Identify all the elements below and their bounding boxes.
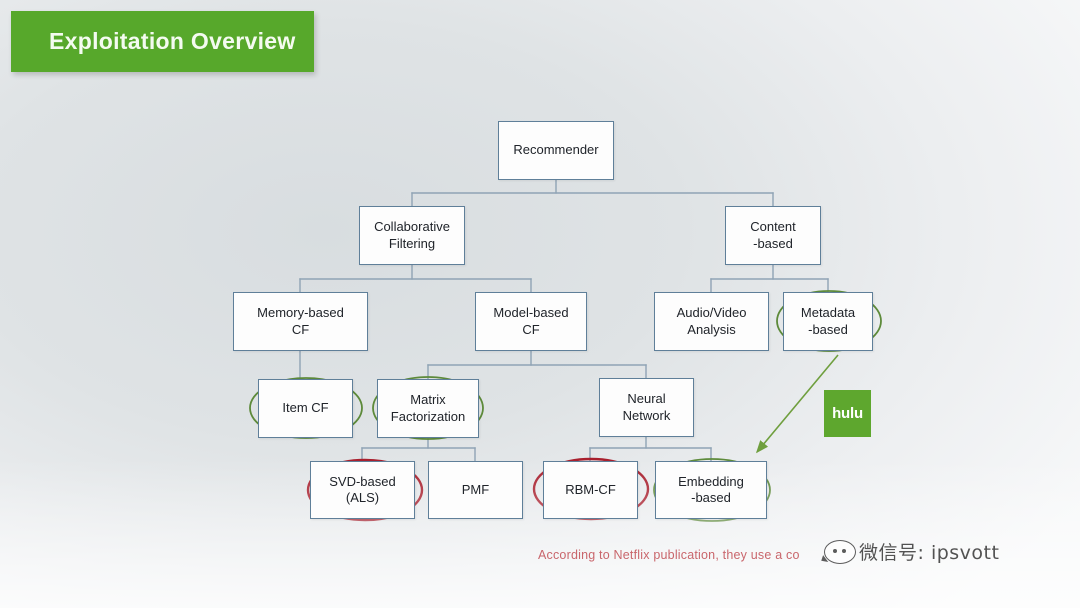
hulu-logo: hulu — [824, 390, 871, 437]
node-content-based[interactable]: Content -based — [725, 206, 821, 265]
node-label: Metadata -based — [800, 305, 856, 337]
node-item-cf[interactable]: Item CF — [258, 379, 353, 438]
wechat-watermark: 微信号: ipsvott — [821, 538, 1000, 565]
node-label: Neural Network — [622, 391, 671, 423]
node-neural-network[interactable]: Neural Network — [599, 378, 694, 437]
node-collaborative-filtering[interactable]: Collaborative Filtering — [359, 206, 465, 265]
node-matrix-factorization[interactable]: Matrix Factorization — [377, 379, 479, 438]
node-label: Item CF — [282, 400, 329, 416]
watermark-label: 微信号: ipsvott — [859, 542, 1000, 564]
node-model-based-cf[interactable]: Model-based CF — [475, 292, 587, 351]
node-svd-based-als[interactable]: SVD-based (ALS) — [310, 461, 415, 519]
node-pmf[interactable]: PMF — [428, 461, 523, 519]
node-label: Embedding -based — [678, 473, 744, 505]
node-label: PMF — [461, 481, 490, 497]
slide-canvas: Exploitation Overview Recommender Collab… — [0, 0, 1080, 608]
node-audio-video-analysis[interactable]: Audio/Video Analysis — [654, 292, 769, 351]
node-label: Content -based — [750, 219, 796, 251]
node-recommender[interactable]: Recommender — [498, 121, 614, 180]
node-label: Model-based CF — [493, 305, 569, 337]
node-label: Collaborative Filtering — [374, 219, 450, 251]
hulu-logo-label: hulu — [832, 405, 863, 422]
node-label: Memory-based CF — [257, 305, 344, 337]
node-label: Matrix Factorization — [390, 392, 466, 424]
node-rbm-cf[interactable]: RBM-CF — [543, 461, 638, 519]
node-embedding-based[interactable]: Embedding -based — [655, 461, 767, 519]
node-metadata-based[interactable]: Metadata -based — [783, 292, 873, 351]
speech-bubble-tail — [821, 554, 830, 563]
node-memory-based-cf[interactable]: Memory-based CF — [233, 292, 368, 351]
node-label: SVD-based (ALS) — [329, 473, 396, 505]
netflix-caption: According to Netflix publication, they u… — [538, 548, 800, 562]
node-label: Audio/Video Analysis — [676, 305, 747, 337]
speech-bubble-icon — [821, 539, 856, 564]
node-label: Recommender — [513, 142, 599, 158]
node-label: RBM-CF — [565, 481, 616, 497]
